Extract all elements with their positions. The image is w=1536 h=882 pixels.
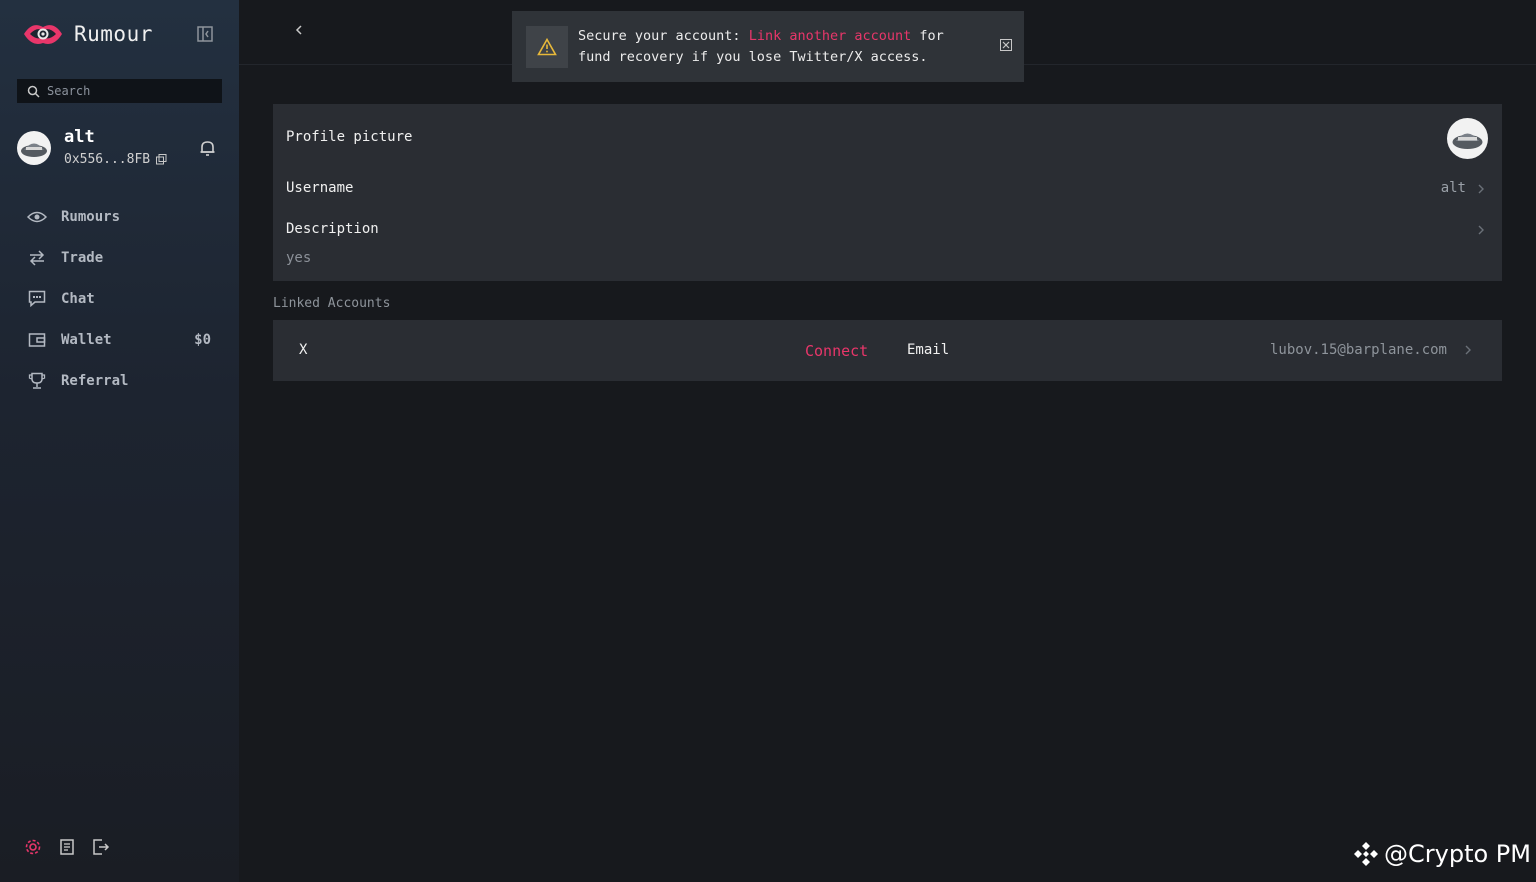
description-label: Description [286,221,379,237]
warning-icon [526,25,568,68]
chevron-right-icon[interactable] [1463,343,1473,357]
search-input[interactable] [47,84,207,98]
hat-avatar-icon [21,143,47,157]
user-card[interactable]: alt 0x556...8FB [17,127,222,171]
profile-avatar[interactable] [1447,118,1488,159]
swap-icon [27,249,47,267]
trophy-icon [27,372,47,390]
wallet-icon [27,331,47,349]
security-toast: Secure your account: Link another accoun… [512,11,1024,82]
connect-x-button[interactable]: Connect [805,342,868,360]
description-value: yes [286,250,312,266]
chevron-right-icon[interactable] [1476,182,1486,196]
diamond-logo-icon [1354,842,1378,866]
sidebar-item-label: Chat [61,290,95,307]
eye-icon [27,208,47,226]
sidebar-item-label: Wallet [61,331,112,348]
hat-avatar-icon [1452,133,1483,149]
logo[interactable]: Rumour [22,16,222,52]
bell-icon[interactable] [199,139,216,157]
sidebar-item-trade[interactable]: Trade [27,237,217,278]
link-account-link[interactable]: Link another account [749,28,912,44]
lips-eye-logo-icon [24,25,62,44]
toast-message: Secure your account: Link another accoun… [578,26,978,68]
close-icon[interactable] [1000,39,1012,51]
avatar[interactable] [17,131,51,165]
settings-gear-icon[interactable] [24,838,42,856]
toast-prefix: Secure your account: [578,27,749,44]
x-account-label: X [299,342,308,358]
email-label: Email [907,342,950,358]
back-chevron-icon[interactable] [291,20,307,40]
copy-icon[interactable] [156,154,167,165]
app-name: Rumour [74,22,153,46]
collapse-sidebar-icon[interactable] [196,25,214,43]
search-box[interactable] [17,79,222,103]
sidebar-item-chat[interactable]: Chat [27,278,217,319]
watermark: @Crypto PM [1352,840,1531,868]
document-icon[interactable] [58,838,76,856]
linked-accounts-card: X Connect Email lubov.15@barplane.com [273,320,1502,381]
sidebar-item-label: Trade [61,249,104,266]
profile-picture-label: Profile picture [286,129,413,145]
sidebar: Rumour alt 0x556...8FB [0,0,239,882]
wallet-balance: $0 [194,331,211,348]
watermark-text: @Crypto PM [1384,840,1531,868]
wallet-address: 0x556...8FB [64,152,167,167]
sidebar-item-wallet[interactable]: Wallet $0 [27,319,217,360]
chevron-right-icon[interactable] [1476,223,1486,237]
email-value[interactable]: lubov.15@barplane.com [1270,342,1447,358]
sidebar-item-label: Rumours [61,208,121,225]
search-icon [27,85,40,98]
wallet-address-text: 0x556...8FB [64,152,151,167]
sidebar-footer [24,838,110,856]
username-label: Username [286,180,354,196]
linked-accounts-title: Linked Accounts [273,296,391,311]
logout-icon[interactable] [92,838,110,856]
sidebar-nav: Rumours Trade Chat Wallet $0 Referral [27,196,217,401]
sidebar-item-label: Referral [61,372,129,389]
profile-card: Profile picture Username alt Description… [273,104,1502,281]
username-value[interactable]: alt [1441,180,1466,196]
user-name: alt [64,127,95,147]
sidebar-item-rumours[interactable]: Rumours [27,196,217,237]
sidebar-item-referral[interactable]: Referral [27,360,217,401]
chat-icon [27,290,47,308]
